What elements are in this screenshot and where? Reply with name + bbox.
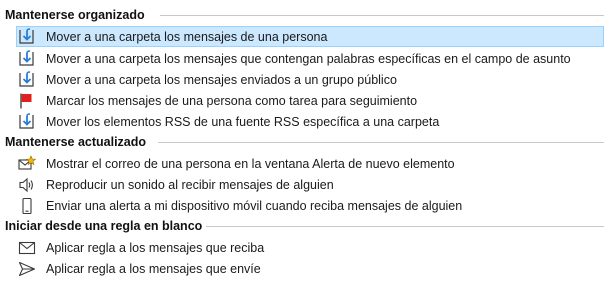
template-item-new-item-alert[interactable]: Mostrar el correo de una persona en la v… <box>16 153 604 174</box>
speaker-icon <box>18 176 36 194</box>
rule-templates-list: Mantenerse organizado Mover a una carpet… <box>0 0 606 283</box>
section-header-blank-rule: Iniciar desde una regla en blanco <box>5 217 202 235</box>
template-label: Mover a una carpeta los mensajes de una … <box>46 30 328 44</box>
move-to-folder-icon <box>18 71 36 89</box>
template-label: Mover a una carpeta los mensajes que con… <box>46 52 571 66</box>
section-title: Mantenerse organizado <box>5 8 145 22</box>
template-item-move-by-subject[interactable]: Mover a una carpeta los mensajes que con… <box>16 48 604 69</box>
move-to-folder-icon <box>18 113 36 131</box>
template-item-play-sound[interactable]: Reproducir un sonido al recibir mensajes… <box>16 174 604 195</box>
envelope-icon <box>18 239 36 257</box>
red-flag-icon <box>18 92 36 110</box>
template-label: Reproducir un sonido al recibir mensajes… <box>46 178 334 192</box>
section-header-organized: Mantenerse organizado <box>5 6 145 24</box>
template-label: Aplicar regla a los mensajes que envíe <box>46 262 261 276</box>
section-title: Mantenerse actualizado <box>5 135 147 149</box>
template-label: Aplicar regla a los mensajes que reciba <box>46 241 265 255</box>
move-to-folder-icon <box>18 50 36 68</box>
template-label: Mover a una carpeta los mensajes enviado… <box>46 73 397 87</box>
template-label: Marcar los mensajes de una persona como … <box>46 94 418 108</box>
section-header-updated: Mantenerse actualizado <box>5 133 146 151</box>
template-item-move-rss[interactable]: Mover los elementos RSS de una fuente RS… <box>16 111 604 132</box>
template-item-move-from-person[interactable]: Mover a una carpeta los mensajes de una … <box>16 26 604 47</box>
section-divider <box>160 15 604 16</box>
section-title: Iniciar desde una regla en blanco <box>5 219 203 233</box>
template-item-move-public-group[interactable]: Mover a una carpeta los mensajes enviado… <box>16 69 604 90</box>
section-divider <box>158 142 604 143</box>
move-to-folder-icon <box>18 28 36 46</box>
template-item-apply-on-receive[interactable]: Aplicar regla a los mensajes que reciba <box>16 237 604 258</box>
section-divider <box>206 226 604 227</box>
template-label: Mostrar el correo de una persona en la v… <box>46 157 455 171</box>
template-label: Mover los elementos RSS de una fuente RS… <box>46 115 440 129</box>
template-label: Enviar una alerta a mi dispositivo móvil… <box>46 199 463 213</box>
mobile-phone-icon <box>18 197 36 215</box>
template-item-mobile-alert[interactable]: Enviar una alerta a mi dispositivo móvil… <box>16 195 604 216</box>
send-arrow-icon <box>18 260 36 278</box>
template-item-flag-followup[interactable]: Marcar los mensajes de una persona como … <box>16 90 604 111</box>
template-item-apply-on-send[interactable]: Aplicar regla a los mensajes que envíe <box>16 258 604 279</box>
mail-star-alert-icon <box>18 155 36 173</box>
